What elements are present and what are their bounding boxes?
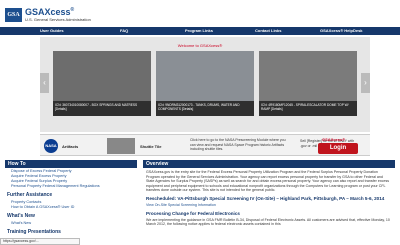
login-label: GSAXcess®	[322, 137, 346, 142]
shuttle-tile-image[interactable]	[107, 138, 135, 154]
gsa-logo[interactable]: GSA	[5, 8, 22, 22]
site-header: GSA GSAXcess® U.S. General Services Admi…	[0, 0, 400, 26]
news-heading: Rescheduled: VA-Pittsburgh Special Scree…	[146, 195, 385, 201]
slide-caption: ICN: 360734010080007 - BOX SPRINGS AND M…	[53, 101, 151, 116]
welcome-text: Welcome to GSAXcess®	[177, 43, 223, 48]
login-button[interactable]: Login	[318, 143, 358, 154]
main-content: Overview GSAXcess.gov is the entry site …	[143, 160, 395, 245]
artifacts-description[interactable]: Click here to go to the NASA Prescreenin…	[190, 138, 290, 152]
artifacts-label[interactable]: Artifacts	[62, 144, 78, 149]
nav-user-guides[interactable]: User Guides	[40, 28, 64, 33]
slide-image	[156, 51, 254, 101]
overview-heading: Overview	[143, 160, 395, 168]
carousel-prev-arrow-icon[interactable]: ‹	[40, 73, 49, 93]
nav-faq[interactable]: FAQ	[120, 28, 128, 33]
property-carousel: ‹ ICN: 360734010080007 - BOX SPRINGS AND…	[40, 51, 370, 121]
slide-caption: ICN: 4R9180MF12045 - SPIRALESCALATOR DOM…	[259, 101, 357, 116]
carousel-slide[interactable]: ICN: 360734010080007 - BOX SPRINGS AND M…	[53, 51, 151, 116]
nav-program-links[interactable]: Program Links	[185, 28, 213, 33]
nasa-logo[interactable]: NASA	[44, 139, 58, 153]
further-assistance-heading: Further Assistance	[7, 192, 53, 198]
howto-list: Dispose of Excess Federal Property Acqui…	[5, 168, 137, 190]
overview-text: GSAXcess.gov is the entry site for the F…	[146, 170, 390, 193]
nav-helpdesk[interactable]: GSAXcess® HelpDesk	[320, 28, 363, 33]
howto-link[interactable]: Personal Property Federal Management Reg…	[11, 184, 131, 189]
slide-image	[53, 51, 151, 101]
brand-title[interactable]: GSAXcess®	[25, 7, 74, 17]
news-heading: Processing Change for Federal Electronic…	[146, 210, 240, 216]
slide-image	[259, 51, 357, 101]
training-heading: Training Presentations	[7, 229, 61, 235]
carousel-next-arrow-icon[interactable]: ›	[361, 73, 370, 93]
carousel-slide[interactable]: ICN: 4R9180MF12045 - SPIRALESCALATOR DOM…	[259, 51, 357, 116]
howto-heading: How To	[5, 160, 137, 168]
top-nav: User Guides FAQ Program Links Contact Li…	[0, 27, 400, 35]
special-screening-link[interactable]: View On-Site Special Screening Informati…	[146, 203, 392, 208]
news-text: We are implementing the guidance in GSA …	[146, 217, 390, 227]
carousel-slide[interactable]: ICN: 9NDRM312000173 - TANKS, DRUMS, WATE…	[156, 51, 254, 116]
browser-status-bar: https://gsaxcess.gov/...	[0, 238, 80, 245]
shuttle-tile-label: Shuttle Tile	[140, 144, 162, 149]
slide-caption: ICN: 9NDRM312000173 - TANKS, DRUMS, WATE…	[156, 101, 254, 116]
brand-reg: ®	[70, 7, 75, 13]
brand-name: GSAXcess	[25, 7, 71, 17]
nav-contact-links[interactable]: Contact Links	[255, 28, 281, 33]
whats-new-link[interactable]: What's New	[11, 221, 131, 226]
left-sidebar: How To Dispose of Excess Federal Propert…	[5, 160, 137, 245]
further-link[interactable]: How to Obtain A GSAXcess® User ID	[11, 205, 131, 210]
agency-name: U.S. General Services Administration	[25, 17, 91, 22]
whats-new-list: What's New	[5, 220, 137, 227]
whats-new-heading: What's New	[7, 213, 35, 219]
further-list: Property Contacts How to Obtain A GSAXce…	[5, 199, 137, 211]
